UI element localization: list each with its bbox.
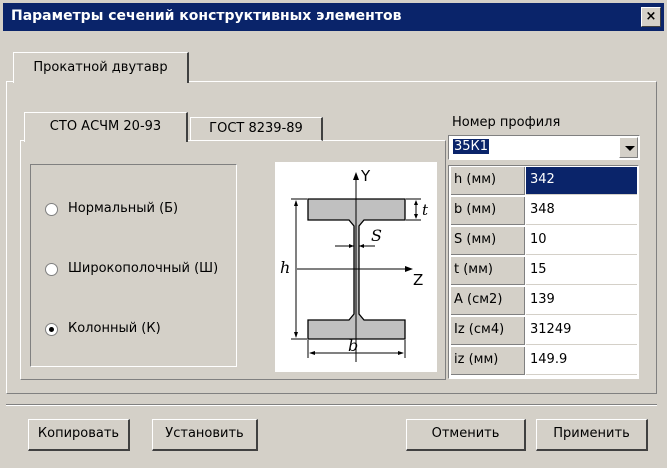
tab-rolled-ibeam-label: Прокатной двутавр xyxy=(33,60,168,75)
profile-number-select[interactable]: 35К1 xyxy=(448,135,640,160)
b-label: b xyxy=(348,336,358,355)
table-row: S (мм) 10 xyxy=(449,226,638,256)
set-button[interactable]: Установить xyxy=(152,419,258,451)
param-value[interactable]: 342 xyxy=(526,167,637,195)
z-axis-label: Z xyxy=(413,271,423,289)
param-value[interactable]: 31249 xyxy=(526,317,637,345)
param-value[interactable]: 15 xyxy=(526,257,637,285)
radio-wide-flange-label: Широкополочный (Ш) xyxy=(68,261,219,276)
table-row: Iz (см4) 31249 xyxy=(449,316,638,346)
param-value[interactable]: 10 xyxy=(526,227,637,255)
ibeam-diagram: Y Z t S h b xyxy=(275,162,437,372)
radio-circle-icon xyxy=(45,263,58,276)
y-axis-label: Y xyxy=(360,167,371,185)
close-icon: × xyxy=(645,9,657,24)
param-name: Iz (см4) xyxy=(451,317,525,345)
title-bar[interactable]: Параметры сечений конструктивных элемент… xyxy=(3,3,664,31)
window-title: Параметры сечений конструктивных элемент… xyxy=(11,8,402,24)
table-row: h (мм) 342 xyxy=(449,166,638,196)
copy-button[interactable]: Копировать xyxy=(28,419,130,451)
close-button[interactable]: × xyxy=(641,7,661,27)
table-row: iz (мм) 149.9 xyxy=(449,346,638,376)
dropdown-button[interactable] xyxy=(619,137,638,158)
cancel-button[interactable]: Отменить xyxy=(406,419,526,451)
param-name: A (см2) xyxy=(451,287,525,315)
radio-normal-label: Нормальный (Б) xyxy=(68,201,179,216)
apply-button[interactable]: Применить xyxy=(536,419,648,451)
param-value[interactable]: 348 xyxy=(526,197,637,225)
dialog-window: Параметры сечений конструктивных элемент… xyxy=(0,0,667,468)
section-params-grid: h (мм) 342 b (мм) 348 S (мм) 10 t (мм) 1… xyxy=(448,165,639,379)
tab-sto-asch-label: СТО АСЧМ 20-93 xyxy=(49,119,162,134)
radio-column-label: Колонный (К) xyxy=(68,321,161,336)
radio-dot-icon xyxy=(49,327,54,332)
param-name: b (мм) xyxy=(451,197,525,225)
tab-gost[interactable]: ГОСТ 8239-89 xyxy=(190,117,323,141)
table-row: b (мм) 348 xyxy=(449,196,638,226)
s-label: S xyxy=(371,226,382,245)
chevron-down-icon xyxy=(625,146,635,151)
t-label: t xyxy=(422,201,429,219)
param-name: iz (мм) xyxy=(451,347,525,375)
tab-gost-label: ГОСТ 8239-89 xyxy=(209,121,303,136)
radio-circle-icon xyxy=(45,323,58,336)
profile-number-value: 35К1 xyxy=(453,139,490,154)
radio-circle-icon xyxy=(45,203,58,216)
param-value[interactable]: 139 xyxy=(526,287,637,315)
h-label: h xyxy=(280,258,290,277)
param-name: h (мм) xyxy=(451,167,525,195)
param-name: S (мм) xyxy=(451,227,525,255)
param-value[interactable]: 149.9 xyxy=(526,347,637,375)
tab-sto-asch[interactable]: СТО АСЧМ 20-93 xyxy=(24,112,188,142)
radio-group: Нормальный (Б) Широкополочный (Ш) Колонн… xyxy=(30,164,237,367)
table-row: t (мм) 15 xyxy=(449,256,638,286)
table-row: A (см2) 139 xyxy=(449,286,638,316)
ibeam-section-icon: Y Z t S h b xyxy=(280,167,429,362)
separator xyxy=(6,404,657,406)
profile-number-label: Номер профиля xyxy=(452,115,561,130)
tab-rolled-ibeam[interactable]: Прокатной двутавр xyxy=(13,52,189,83)
param-name: t (мм) xyxy=(451,257,525,285)
